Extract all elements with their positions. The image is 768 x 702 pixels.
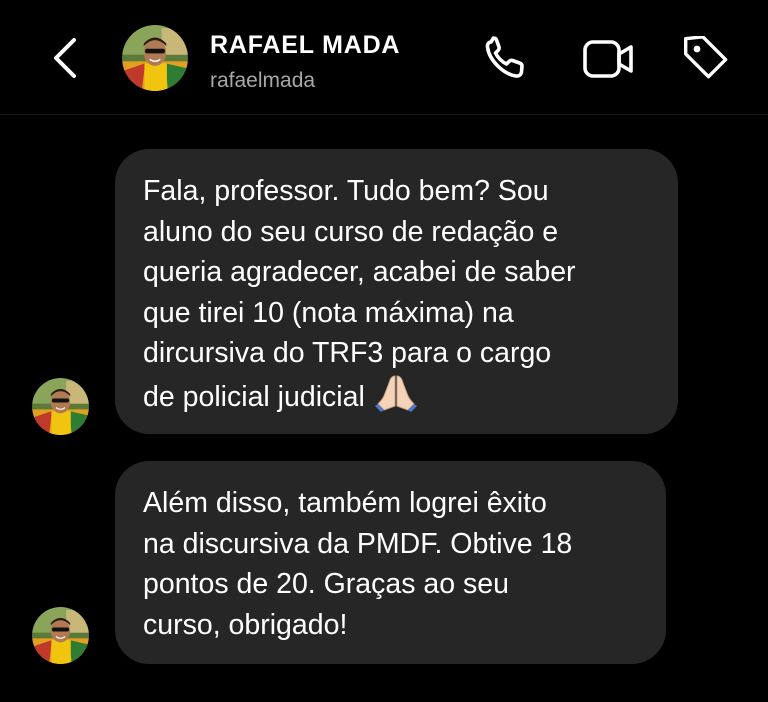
message-line: dircursiva do TRF3 para o cargo [143,337,552,369]
message-line: Fala, professor. Tudo bem? Sou [143,175,549,207]
chevron-left-icon [54,38,76,78]
contact-name[interactable]: RAFAEL MADA [210,31,400,60]
video-call-button[interactable] [582,36,633,82]
tag-button[interactable] [682,36,732,82]
message-line: Além disso, também logrei êxito [143,487,547,519]
message-line: pontos de 20. Graças ao seu [143,568,509,600]
back-button[interactable] [46,34,86,82]
message-bubble[interactable]: Fala, professor. Tudo bem? Sou aluno do … [115,149,678,434]
message-line: queria agradecer, acabei de saber [143,256,576,288]
phone-icon [485,36,524,78]
message-line: curso, obrigado! [143,608,348,641]
message-line-with-emoji: de policial judicial [143,374,648,418]
contact-avatar[interactable] [122,25,188,91]
message-line: aluno do seu curso de redação e [143,215,559,248]
contact-handle[interactable]: rafaelmada [210,69,315,93]
sender-avatar[interactable] [32,378,89,435]
sender-avatar[interactable] [32,607,89,664]
audio-call-button[interactable] [483,36,533,82]
folded-hands-icon [374,374,417,412]
message-line: que tirei 10 (nota máxima) na [143,296,514,329]
tag-icon [683,36,728,79]
message-line: na discursiva da PMDF. Obtive 18 [143,527,573,560]
message-bubble[interactable]: Além disso, também logrei êxito na discu… [115,461,666,664]
chat-header: RAFAEL MADA rafaelmada [0,0,768,115]
video-camera-icon [583,40,633,78]
message-line: de policial judicial [143,380,365,413]
